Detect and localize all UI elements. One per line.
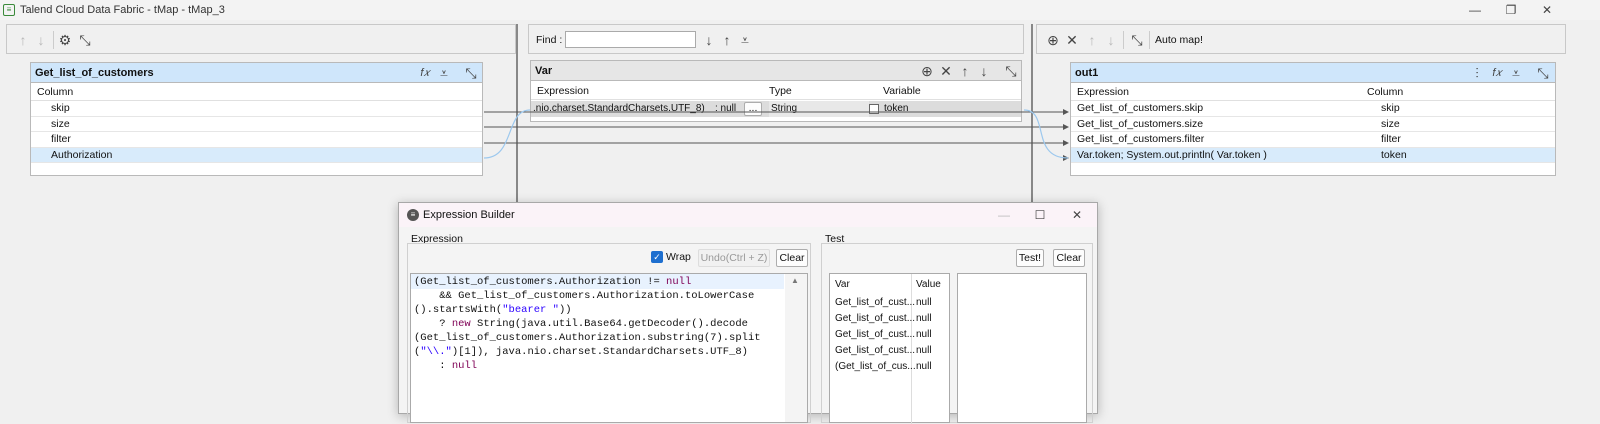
- header-value: Value: [916, 279, 941, 290]
- close-icon[interactable]: ✕: [1062, 207, 1092, 223]
- editor-scrollbar[interactable]: ▲: [785, 274, 807, 422]
- code-line-1: (Get_list_of_customers.Authorization != …: [414, 276, 692, 288]
- test-variables-table: Var Value Get_list_of_cust... null Get_l…: [829, 273, 950, 424]
- expression-builder-dialog: ≡ Expression Builder — ☐ ✕ Expression ✓ …: [398, 202, 1098, 424]
- code-line-4: ? new String(java.util.Base64.getDecoder…: [414, 318, 748, 330]
- code-line-6: ("\\.")[1]), java.nio.charset.StandardCh…: [414, 346, 748, 358]
- maximize-icon[interactable]: ☐: [1025, 207, 1055, 223]
- clear-expression-button[interactable]: Clear: [776, 249, 808, 267]
- minimize-icon[interactable]: —: [989, 207, 1019, 223]
- test-value[interactable]: null: [916, 297, 932, 308]
- test-value[interactable]: null: [916, 329, 932, 340]
- arrowhead: [1063, 124, 1069, 130]
- test-value[interactable]: null: [916, 313, 932, 324]
- test-var: Get_list_of_cust...: [835, 297, 916, 308]
- link-var-to-token: [1023, 109, 1069, 159]
- dialog-title: Expression Builder: [423, 209, 515, 221]
- test-result-area[interactable]: [957, 273, 1087, 423]
- undo-button[interactable]: Undo(Ctrl + Z): [698, 249, 770, 267]
- wrap-label: Wrap: [666, 251, 691, 263]
- test-value[interactable]: null: [916, 361, 932, 372]
- test-var: Get_list_of_cust...: [835, 345, 916, 356]
- dialog-titlebar: ≡ Expression Builder — ☐ ✕: [399, 203, 1097, 227]
- clear-test-button[interactable]: Clear: [1053, 249, 1085, 267]
- code-line-7: : null: [414, 360, 478, 372]
- expression-editor[interactable]: (Get_list_of_customers.Authorization != …: [410, 273, 808, 423]
- arrowhead: [1063, 140, 1069, 146]
- scroll-up-icon[interactable]: ▲: [791, 276, 799, 285]
- arrowhead: [1063, 109, 1069, 115]
- wrap-checkbox[interactable]: ✓: [651, 251, 663, 263]
- test-var: (Get_list_of_cus...: [835, 361, 916, 372]
- header-var: Var: [835, 279, 850, 290]
- test-value[interactable]: null: [916, 345, 932, 356]
- code-line-5: (Get_list_of_customers.Authorization.sub…: [414, 332, 761, 344]
- link-authorization-to-var: [483, 109, 531, 159]
- test-button[interactable]: Test!: [1016, 249, 1044, 267]
- code-line-3: ().startsWith("bearer ")): [414, 304, 572, 316]
- dialog-icon: ≡: [407, 209, 419, 221]
- test-var: Get_list_of_cust...: [835, 313, 916, 324]
- code-line-2: && Get_list_of_customers.Authorization.t…: [414, 290, 755, 302]
- test-var: Get_list_of_cust...: [835, 329, 916, 340]
